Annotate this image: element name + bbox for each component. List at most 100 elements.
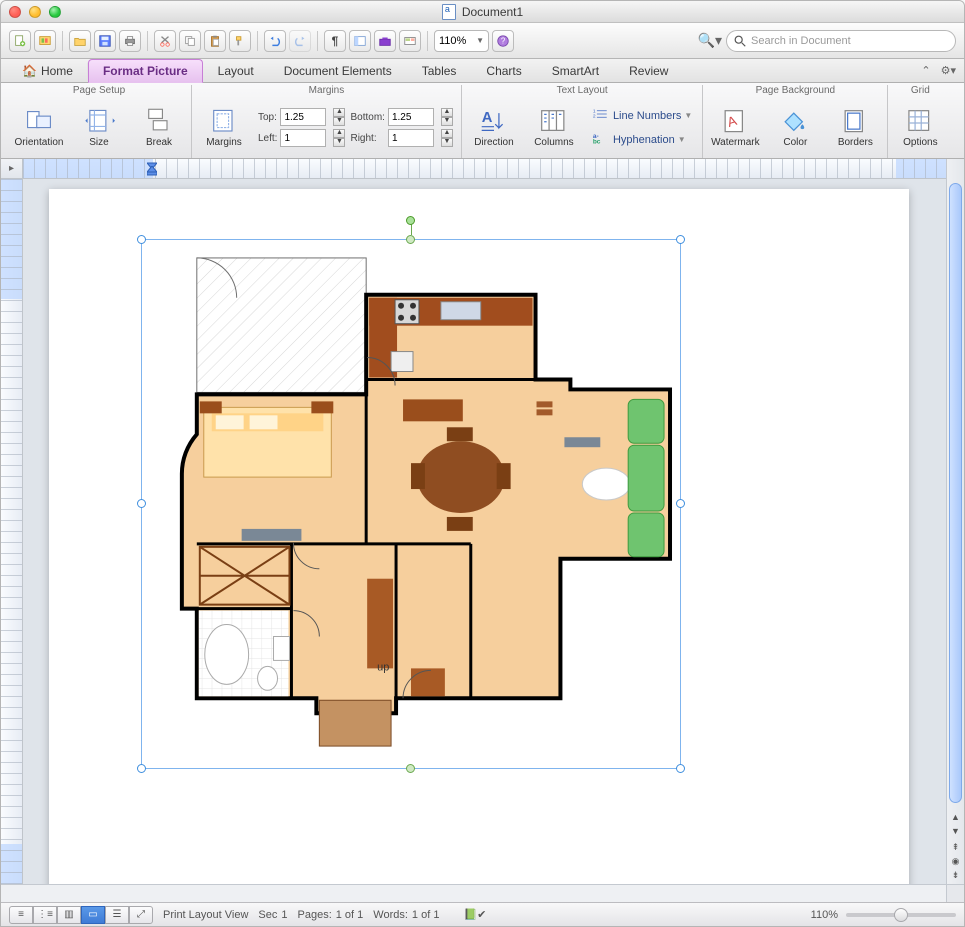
margin-right-input[interactable] xyxy=(388,129,434,147)
tab-format-picture[interactable]: Format Picture xyxy=(88,59,203,83)
orientation-icon xyxy=(23,107,55,135)
horizontal-scrollbar[interactable] xyxy=(1,884,946,902)
view-draft[interactable]: ≡ xyxy=(9,906,33,924)
orientation-button[interactable]: Orientation xyxy=(13,101,65,155)
line-numbers-button[interactable]: 12 Line Numbers▼ xyxy=(588,106,696,126)
hyphenation-button[interactable]: a-bc Hyphenation▼ xyxy=(588,130,696,150)
group-text-layout: Text Layout A Direction Columns 12 Line … xyxy=(462,85,703,158)
vertical-scroll-thumb[interactable] xyxy=(949,183,962,803)
view-name: Print Layout View xyxy=(163,909,248,921)
ribbon-collapse-button[interactable]: ⌃ xyxy=(921,64,930,77)
columns-button[interactable]: Columns xyxy=(528,101,580,155)
tab-charts[interactable]: Charts xyxy=(471,59,536,82)
copy-button[interactable] xyxy=(179,30,201,52)
break-icon xyxy=(143,107,175,135)
gallery-button[interactable] xyxy=(399,30,421,52)
view-fullscreen[interactable]: ⤢ xyxy=(129,906,153,924)
margin-bottom-label: Bottom: xyxy=(350,112,384,123)
search-field[interactable]: Search in Document xyxy=(726,30,956,52)
zoom-slider-knob[interactable] xyxy=(894,908,908,922)
search-icon xyxy=(733,34,747,51)
vertical-ruler[interactable] xyxy=(1,179,23,884)
page-color-button[interactable]: Color xyxy=(769,101,821,155)
break-button[interactable]: Break xyxy=(133,101,185,155)
standard-toolbar: ¶ 110% ▼ ? 🔍▾ Search in Document xyxy=(1,23,964,59)
tab-document-elements[interactable]: Document Elements xyxy=(269,59,407,82)
vertical-scrollbar[interactable]: ▲ ▼ ⇞ ◉ ⇟ xyxy=(946,159,964,884)
grid-options-button[interactable]: Options xyxy=(894,101,946,155)
group-grid: Grid Options xyxy=(888,85,952,158)
search-placeholder: Search in Document xyxy=(751,35,851,47)
margin-top-stepper[interactable]: ▲▼ xyxy=(333,108,345,126)
margin-top-input[interactable] xyxy=(280,108,326,126)
document-area[interactable]: up xyxy=(23,179,946,884)
tab-home[interactable]: 🏠 Home xyxy=(7,59,88,82)
left-indent-marker[interactable] xyxy=(147,166,157,179)
size-button[interactable]: Size xyxy=(73,101,125,155)
format-painter-button[interactable] xyxy=(229,30,251,52)
open-button[interactable] xyxy=(69,30,91,52)
show-paragraph-button[interactable]: ¶ xyxy=(324,30,346,52)
template-button[interactable] xyxy=(34,30,56,52)
search-scope-button[interactable]: 🔍▾ xyxy=(698,32,722,49)
rotation-handle[interactable] xyxy=(406,216,415,225)
next-page-button[interactable]: ⇟ xyxy=(948,868,963,882)
scroll-up-button[interactable]: ▲ xyxy=(948,810,963,824)
watermark-icon: A xyxy=(719,107,751,135)
tab-layout[interactable]: Layout xyxy=(203,59,269,82)
direction-button[interactable]: A Direction xyxy=(468,101,520,155)
spellcheck-button[interactable]: 📗✔ xyxy=(463,908,486,921)
margin-left-stepper[interactable]: ▲▼ xyxy=(333,129,345,147)
view-publishing[interactable]: ▥ xyxy=(57,906,81,924)
view-outline[interactable]: ⋮≡ xyxy=(33,906,57,924)
zoom-value: 110% xyxy=(439,35,466,47)
view-notebook[interactable]: ☰ xyxy=(105,906,129,924)
sidebar-button[interactable] xyxy=(349,30,371,52)
redo-button[interactable] xyxy=(289,30,311,52)
help-button[interactable]: ? xyxy=(492,30,514,52)
margin-bottom-stepper[interactable]: ▲▼ xyxy=(441,108,453,126)
view-print-layout[interactable]: ▭ xyxy=(81,906,105,924)
margin-right-stepper[interactable]: ▲▼ xyxy=(441,129,453,147)
margin-left-input[interactable] xyxy=(280,129,326,147)
tab-review[interactable]: Review xyxy=(614,59,683,82)
save-button[interactable] xyxy=(94,30,116,52)
tab-home-label: Home xyxy=(41,64,73,78)
new-doc-button[interactable] xyxy=(9,30,31,52)
zoom-slider[interactable] xyxy=(846,913,956,917)
margin-left-label: Left: xyxy=(258,133,277,144)
tab-smartart[interactable]: SmartArt xyxy=(537,59,614,82)
previous-page-button[interactable]: ⇞ xyxy=(948,840,963,854)
paste-button[interactable] xyxy=(204,30,226,52)
minimize-window-button[interactable] xyxy=(29,6,41,18)
browse-object-button[interactable]: ◉ xyxy=(948,854,963,868)
status-pages: Pages: 1 of 1 xyxy=(298,909,364,921)
margin-right-label: Right: xyxy=(350,133,384,144)
status-words[interactable]: Words: 1 of 1 xyxy=(373,909,439,921)
undo-button[interactable] xyxy=(264,30,286,52)
picture-selection[interactable]: up xyxy=(141,239,681,769)
horizontal-ruler[interactable] xyxy=(23,159,946,179)
borders-button[interactable]: Borders xyxy=(829,101,881,155)
ruler-corner[interactable]: ▸ xyxy=(1,159,23,179)
workspace: ▸ xyxy=(1,159,964,902)
ribbon-settings-button[interactable]: ⚙▾ xyxy=(941,64,956,77)
margin-bottom-input[interactable] xyxy=(388,108,434,126)
group-title: Text Layout xyxy=(468,85,696,99)
status-bar: ≡ ⋮≡ ▥ ▭ ☰ ⤢ Print Layout View Sec 1 Pag… xyxy=(1,902,964,926)
zoom-combo[interactable]: 110% ▼ xyxy=(434,30,489,52)
zoom-window-button[interactable] xyxy=(49,6,61,18)
borders-icon xyxy=(839,107,871,135)
cut-button[interactable] xyxy=(154,30,176,52)
tab-tables[interactable]: Tables xyxy=(407,59,472,82)
print-button[interactable] xyxy=(119,30,141,52)
scroll-down-button[interactable]: ▼ xyxy=(948,824,963,838)
group-title: Page Setup xyxy=(13,85,185,99)
zoom-readout[interactable]: 110% xyxy=(811,909,838,921)
toolbox-button[interactable] xyxy=(374,30,396,52)
margins-button[interactable]: Margins xyxy=(198,101,250,155)
status-section: Sec 1 xyxy=(258,909,287,921)
watermark-button[interactable]: A Watermark xyxy=(709,101,761,155)
line-numbers-icon: 12 xyxy=(592,107,610,124)
close-window-button[interactable] xyxy=(9,6,21,18)
